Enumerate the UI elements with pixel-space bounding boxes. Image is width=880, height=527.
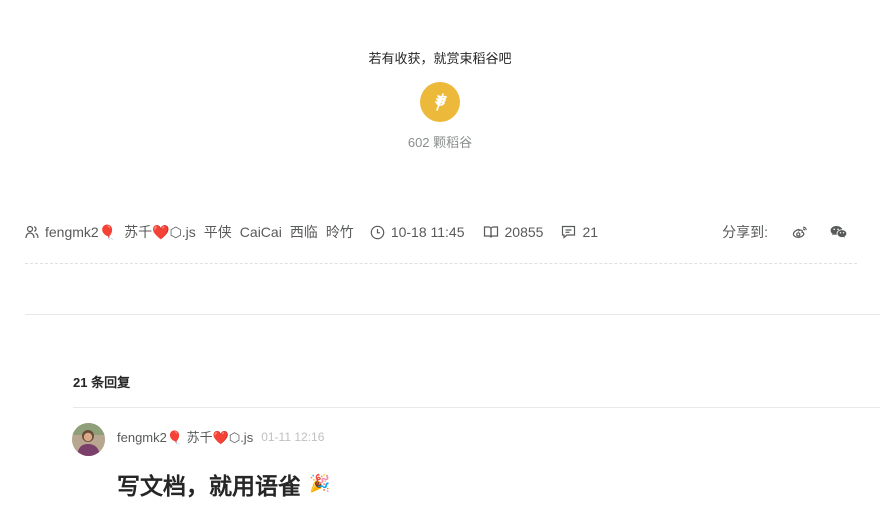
meta-divider <box>25 263 857 264</box>
contributors-icon <box>25 225 39 239</box>
comment-count[interactable]: 21 <box>561 224 598 240</box>
comment-count-value: 21 <box>582 224 599 240</box>
clock-icon <box>370 225 385 240</box>
comment-header: fengmk2🎈 苏千❤️⬡.js 01-11 12:16 <box>117 427 324 446</box>
contributor-name[interactable]: fengmk2🎈 <box>45 224 116 241</box>
wheat-icon <box>434 93 448 111</box>
reward-count: 602 颗稻谷 <box>407 135 473 150</box>
contributor-name[interactable]: 西临 <box>290 222 318 242</box>
book-icon <box>483 225 499 239</box>
contributor-name[interactable]: 昤竹 <box>326 222 354 242</box>
contributor-name[interactable]: 苏千❤️⬡.js <box>124 222 196 242</box>
comment-text: 写文档，就用语雀 <box>117 473 301 499</box>
avatar[interactable] <box>72 423 105 456</box>
share-bar: 分享到: <box>722 222 857 242</box>
contributor-name[interactable]: CaiCai <box>240 224 282 240</box>
party-popper-icon: 🎉 <box>309 474 331 493</box>
contributor-name[interactable]: 平侠 <box>204 222 232 242</box>
section-divider <box>25 314 880 315</box>
comment-icon <box>561 225 576 239</box>
updated-time: 10-18 11:45 <box>370 224 465 240</box>
updated-time-value: 10-18 11:45 <box>390 224 465 240</box>
comment-author[interactable]: fengmk2🎈 苏千❤️⬡.js <box>117 427 253 446</box>
wechat-icon[interactable] <box>830 225 847 240</box>
reward-button[interactable] <box>420 82 460 122</box>
replies-title: 21 条回复 <box>73 375 131 390</box>
read-count-value: 20855 <box>504 224 544 240</box>
contributor-list: fengmk2🎈 苏千❤️⬡.js 平侠 CaiCai 西临 昤竹 <box>45 222 362 242</box>
doc-meta-bar: fengmk2🎈 苏千❤️⬡.js 平侠 CaiCai 西临 昤竹 10-18 … <box>25 221 857 243</box>
reward-title: 若有收获，就赏束稻谷吧 <box>368 51 512 66</box>
comment-time: 01-11 12:16 <box>261 429 325 444</box>
reward-section: 若有收获，就赏束稻谷吧 602 颗稻谷 <box>0 50 880 152</box>
replies-divider <box>73 407 880 408</box>
share-label: 分享到: <box>722 224 768 240</box>
comment-content: 写文档，就用语雀 🎉 <box>117 467 330 501</box>
read-count: 20855 <box>483 224 544 240</box>
weibo-icon[interactable] <box>792 225 808 239</box>
